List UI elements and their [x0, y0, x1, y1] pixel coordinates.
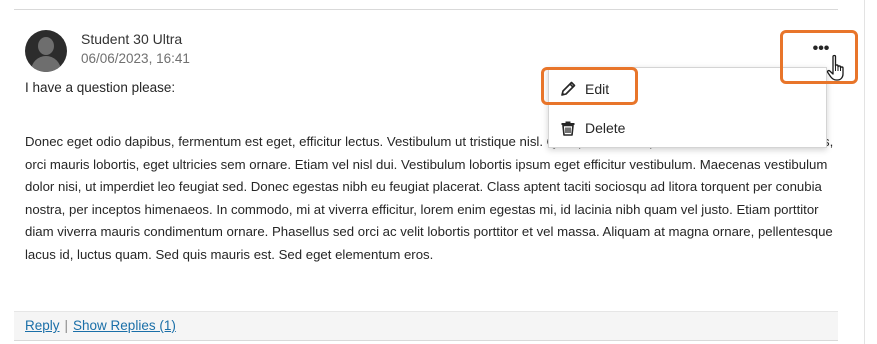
- author-name[interactable]: Student 30 Ultra: [81, 31, 182, 47]
- post-title: I have a question please:: [25, 80, 176, 95]
- pointer-hand-icon: [826, 54, 844, 81]
- footer-separator: |: [64, 318, 69, 333]
- post-footer: Reply | Show Replies (1): [14, 311, 838, 341]
- menu-item-delete-label: Delete: [585, 120, 626, 136]
- discussion-post-view: Student 30 Ultra 06/06/2023, 16:41 I hav…: [0, 0, 877, 344]
- post-body: Donec eget odio dapibus, fermentum est e…: [25, 134, 834, 262]
- post-date: 06/06/2023, 16:41: [81, 51, 190, 66]
- bottom-divider: [14, 340, 838, 341]
- menu-item-delete[interactable]: Delete: [549, 111, 826, 145]
- reply-link[interactable]: Reply: [25, 318, 60, 333]
- avatar[interactable]: [25, 30, 67, 72]
- trash-icon: [561, 121, 575, 136]
- avatar-head-shape: [38, 37, 54, 55]
- edit-highlight-callout: [541, 67, 638, 105]
- footer-links: Reply | Show Replies (1): [25, 318, 176, 333]
- scrollbar-track[interactable]: [864, 0, 865, 344]
- show-replies-link[interactable]: Show Replies (1): [73, 318, 176, 333]
- top-divider: [14, 9, 838, 10]
- avatar-body-shape: [31, 56, 61, 72]
